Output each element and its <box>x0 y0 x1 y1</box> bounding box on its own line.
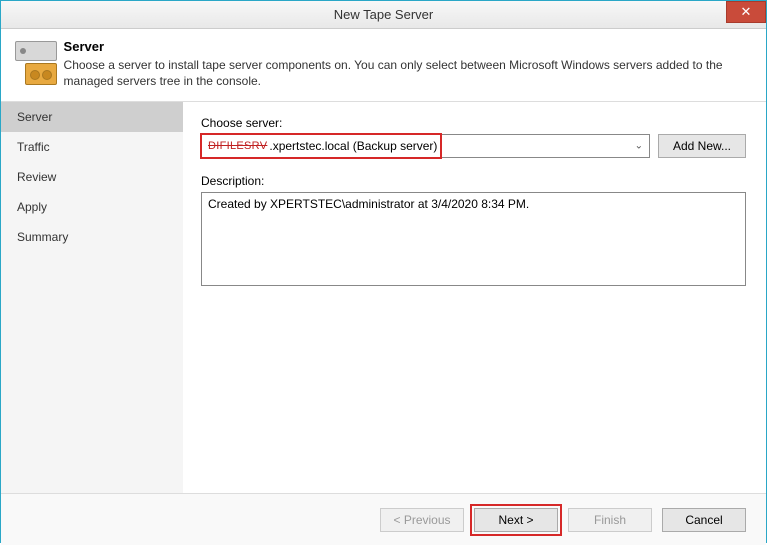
server-suffix-text: .xpertstec.local (Backup server) <box>269 139 437 153</box>
cancel-button[interactable]: Cancel <box>662 508 746 532</box>
close-button[interactable]: ✕ <box>726 1 766 23</box>
title-bar: New Tape Server ✕ <box>1 1 766 29</box>
sidebar-item-label: Summary <box>17 230 68 244</box>
description-label: Description: <box>201 174 746 188</box>
wizard-main: Choose server: DIFILESRV .xpertstec.loca… <box>183 102 766 493</box>
sidebar-item-traffic[interactable]: Traffic <box>1 132 183 162</box>
server-select[interactable]: DIFILESRV .xpertstec.local (Backup serve… <box>201 134 650 158</box>
server-redacted-text: DIFILESRV <box>208 140 267 152</box>
sidebar-item-summary[interactable]: Summary <box>1 222 183 252</box>
header-subtitle: Choose a server to install tape server c… <box>64 57 754 89</box>
sidebar-item-label: Server <box>17 110 52 124</box>
header-title: Server <box>64 39 754 54</box>
sidebar-item-server[interactable]: Server <box>1 102 183 132</box>
next-button[interactable]: Next > <box>474 508 558 532</box>
wizard-header: Server Choose a server to install tape s… <box>1 29 766 102</box>
previous-button: < Previous <box>380 508 464 532</box>
finish-button: Finish <box>568 508 652 532</box>
sidebar-item-label: Apply <box>17 200 47 214</box>
add-new-button[interactable]: Add New... <box>658 134 746 158</box>
wizard-sidebar: Server Traffic Review Apply Summary <box>1 102 183 493</box>
sidebar-item-apply[interactable]: Apply <box>1 192 183 222</box>
wizard-footer: < Previous Next > Finish Cancel <box>1 493 766 545</box>
close-icon: ✕ <box>741 4 752 20</box>
tape-server-icon <box>13 39 52 87</box>
sidebar-item-label: Traffic <box>17 140 50 154</box>
sidebar-item-review[interactable]: Review <box>1 162 183 192</box>
sidebar-item-label: Review <box>17 170 56 184</box>
window-title: New Tape Server <box>334 7 433 22</box>
choose-server-label: Choose server: <box>201 116 746 130</box>
description-textarea[interactable] <box>201 192 746 286</box>
chevron-down-icon: ⌄ <box>635 141 643 152</box>
